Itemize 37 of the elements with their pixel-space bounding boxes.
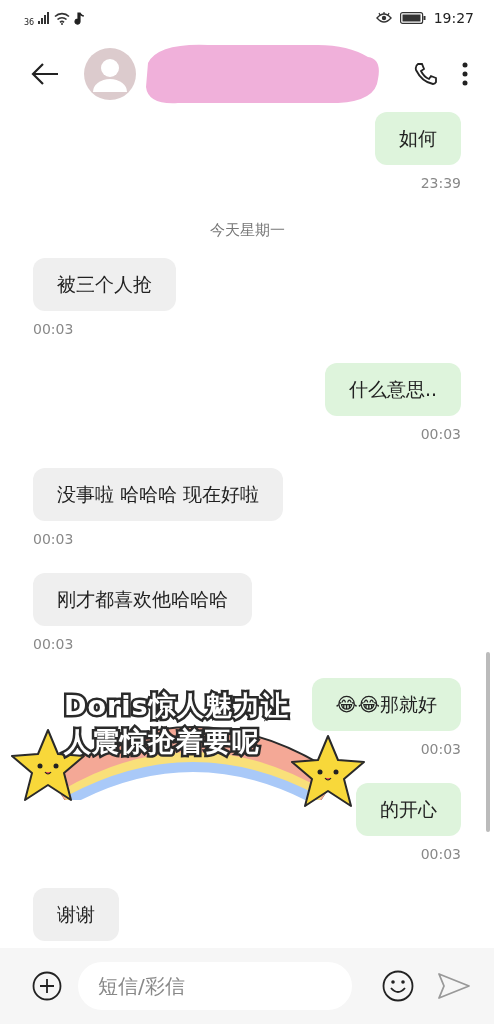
battery-icon [399, 12, 426, 24]
message-time: 00:03 [420, 424, 461, 443]
emoji-button[interactable] [382, 970, 414, 1002]
smiley-icon [382, 970, 414, 1002]
incoming-message-bubble: 被三个人抢 [33, 257, 176, 311]
network-type: 36 [24, 17, 35, 29]
music-note-icon [74, 11, 86, 25]
outgoing-message-bubble: 什么意思.. [324, 362, 461, 416]
phone-icon [414, 62, 438, 87]
plus-circle-icon [32, 971, 62, 1001]
date-divider: 今天星期一 [208, 220, 286, 241]
message-time: 23:39 [420, 174, 461, 192]
back-button[interactable] [30, 61, 60, 87]
call-button[interactable] [414, 61, 438, 87]
send-button[interactable] [438, 973, 470, 999]
incoming-message-bubble: 刚才都喜欢他哈哈哈 [33, 572, 252, 626]
incoming-message-bubble: 谢谢 [33, 887, 119, 941]
eye-icon [375, 12, 392, 24]
outgoing-message-bubble: 😂😂那就好 [311, 677, 461, 731]
message-time: 00:03 [33, 634, 74, 653]
avatar-icon [84, 48, 136, 100]
signal-icon [38, 12, 51, 24]
message-time: 00:03 [33, 529, 74, 548]
clock-time: 19:27 [433, 8, 474, 28]
outgoing-message-bubble: 的开心 [356, 782, 461, 836]
wifi-icon [54, 11, 71, 25]
more-icon [462, 62, 468, 87]
add-button[interactable] [32, 971, 62, 1001]
back-arrow-icon [30, 62, 60, 87]
message-time: 00:03 [420, 844, 461, 863]
send-icon [438, 973, 470, 999]
message-input-field[interactable]: 短信/彩信 [78, 962, 352, 1010]
message-time: 00:03 [420, 739, 461, 758]
message-time: 00:03 [33, 319, 74, 338]
incoming-message-bubble: 没事啦 哈哈哈 现在好啦 [33, 467, 284, 521]
more-button[interactable] [462, 61, 468, 87]
outgoing-message-bubble: 如何 [375, 112, 461, 165]
